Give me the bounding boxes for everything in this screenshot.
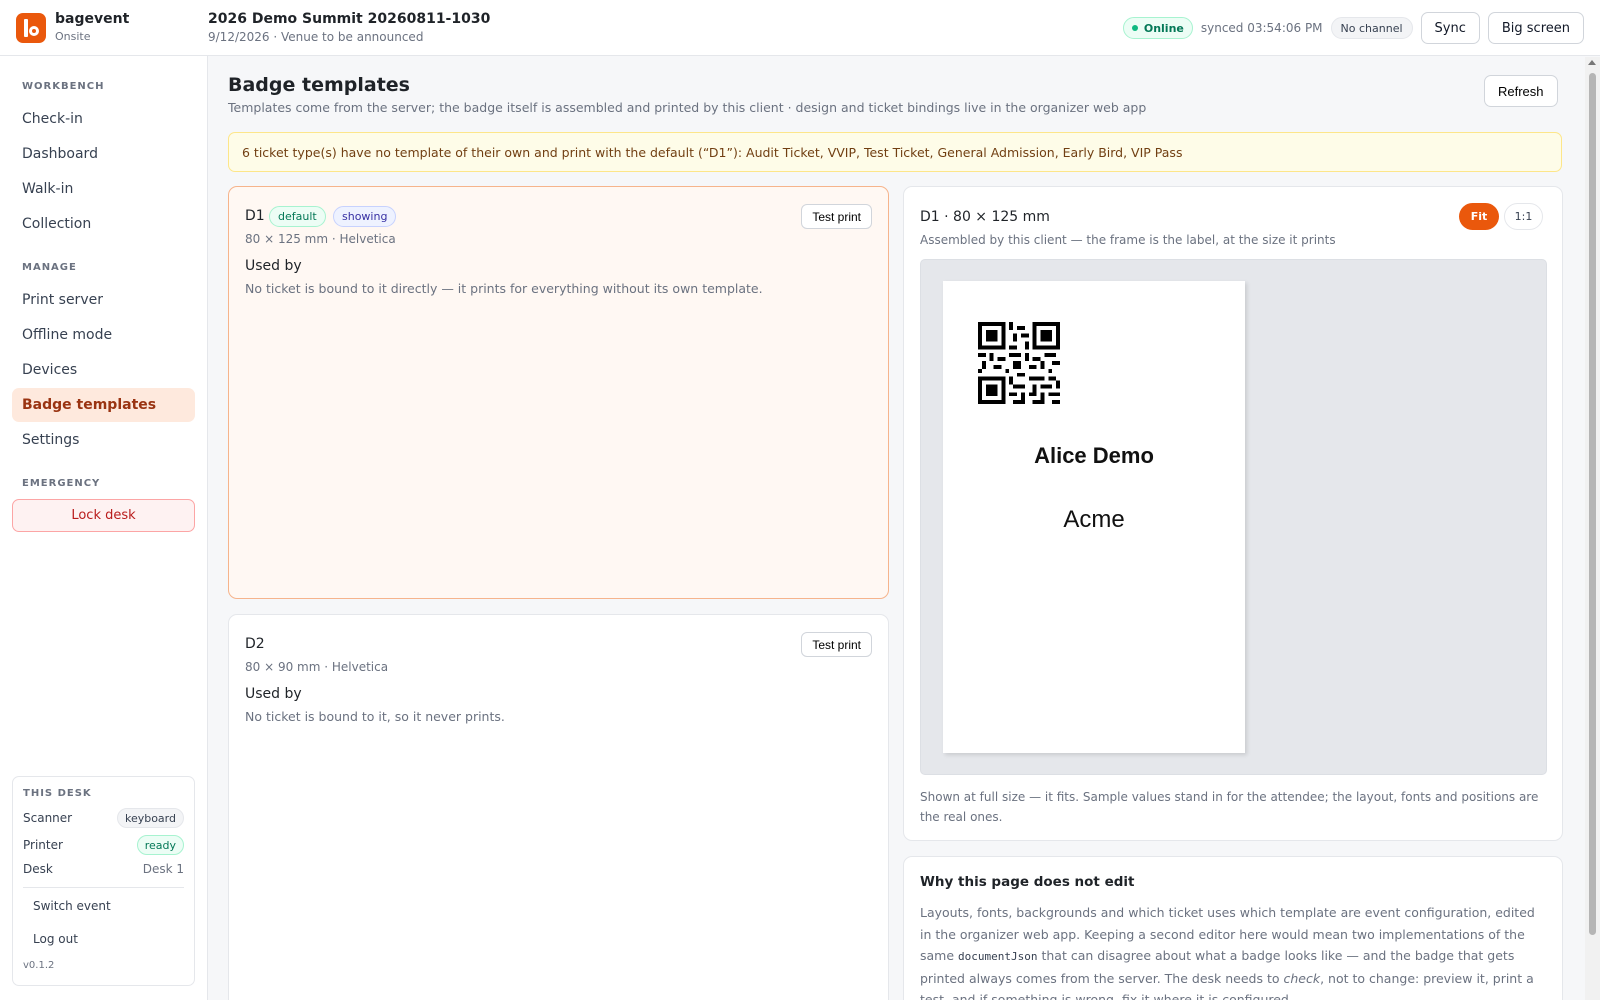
main-scrollbar[interactable] xyxy=(1585,57,1600,1000)
default-template-warning: 6 ticket type(s) have no template of the… xyxy=(228,132,1562,172)
printer-badge: ready xyxy=(136,835,184,855)
sidebar-item-print-server[interactable]: Print server xyxy=(12,283,195,317)
sidebar-item-offline-mode[interactable]: Offline mode xyxy=(12,318,195,352)
preview-subtitle: Assembled by this client — the frame is … xyxy=(920,233,1336,247)
document-json-code: documentJson xyxy=(958,950,1038,963)
scanner-label: Scanner xyxy=(23,811,73,825)
online-status-label: Online xyxy=(1143,21,1184,35)
sidebar-item-dashboard[interactable]: Dashboard xyxy=(12,137,195,171)
used-by-text: No ticket is bound to it directly — it p… xyxy=(245,281,763,296)
desk-divider xyxy=(23,887,184,888)
sample-attendee-name: Alice Demo xyxy=(1034,443,1154,468)
sidebar-item-badge-templates[interactable]: Badge templates xyxy=(12,388,195,422)
section-workbench: WORKBENCH xyxy=(22,81,105,92)
lock-desk-button[interactable]: Lock desk xyxy=(12,499,195,532)
sidebar-item-checkin[interactable]: Check-in xyxy=(12,102,195,136)
why-no-edit-card: Why this page does not edit Layouts, fon… xyxy=(903,856,1563,1000)
preview-title: D1 · 80 × 125 mm xyxy=(920,209,1050,225)
badge-preview-card: D1 · 80 × 125 mm Assembled by this clien… xyxy=(903,186,1563,841)
status-dot-icon xyxy=(1131,25,1138,31)
qr-code xyxy=(978,322,1060,404)
online-status-badge: Online xyxy=(1122,17,1193,39)
showing-tag: showing xyxy=(333,206,397,227)
why-text: Layouts, fonts, backgrounds and which ti… xyxy=(920,905,1535,1000)
used-by-text: No ticket is bound to it, so it never pr… xyxy=(245,709,505,724)
header-actions: Online synced 03:54:06 PM No channel Syn… xyxy=(1122,12,1584,44)
event-subtitle: 9/12/2026 · Venue to be announced xyxy=(208,30,424,44)
section-manage: MANAGE xyxy=(22,262,77,273)
app-name: bagevent xyxy=(55,11,130,27)
page-title: Badge templates xyxy=(228,74,410,96)
preview-note: Shown at full size — it fits. Sample val… xyxy=(920,790,1539,824)
sidebar-item-collection[interactable]: Collection xyxy=(12,207,195,241)
template-card-d1[interactable]: D1 default showing 80 × 125 mm · Helveti… xyxy=(228,186,889,599)
why-title: Why this page does not edit xyxy=(920,874,1135,890)
desk-panel-title: THIS DESK xyxy=(23,788,92,799)
top-bar: bagevent Onsite 2026 Demo Summit 2026081… xyxy=(0,0,1600,56)
synced-time: synced 03:54:06 PM xyxy=(1200,21,1323,35)
this-desk-panel: THIS DESK Scanner keyboard Printer ready… xyxy=(12,776,195,986)
check-emphasis: check xyxy=(1283,970,1321,986)
sidebar-item-settings[interactable]: Settings xyxy=(12,423,195,457)
desk-label: Desk xyxy=(23,862,53,876)
template-name: D2 xyxy=(245,636,265,652)
page-subtitle: Templates come from the server; the badg… xyxy=(228,100,1147,115)
sync-button[interactable]: Sync xyxy=(1420,12,1480,44)
event-title: 2026 Demo Summit 20260811-1030 xyxy=(208,11,491,27)
section-emergency: EMERGENCY xyxy=(22,478,101,489)
bagevent-logo xyxy=(16,13,46,43)
fit-toggle[interactable]: Fit xyxy=(1459,203,1499,230)
desk-row: Desk Desk 1 xyxy=(23,862,184,876)
big-screen-button[interactable]: Big screen xyxy=(1487,12,1584,44)
scroll-thumb[interactable] xyxy=(1589,73,1596,935)
refresh-button[interactable]: Refresh xyxy=(1484,75,1558,107)
app-mode: Onsite xyxy=(55,30,91,43)
template-meta: 80 × 125 mm · Helvetica xyxy=(245,232,396,246)
sidebar-item-devices[interactable]: Devices xyxy=(12,353,195,387)
sidebar-item-walkin[interactable]: Walk-in xyxy=(12,172,195,206)
template-card-d2[interactable]: D2 80 × 90 mm · Helvetica Used by No tic… xyxy=(228,614,889,1000)
test-print-button-d1[interactable]: Test print xyxy=(801,204,872,229)
test-print-button-d2[interactable]: Test print xyxy=(801,632,872,657)
scanner-badge: keyboard xyxy=(116,808,184,828)
actual-size-toggle[interactable]: 1:1 xyxy=(1504,203,1543,230)
log-out-link[interactable]: Log out xyxy=(33,932,78,946)
template-meta: 80 × 90 mm · Helvetica xyxy=(245,660,389,674)
scroll-up-icon[interactable] xyxy=(1588,60,1596,65)
scanner-row: Scanner keyboard xyxy=(23,808,184,828)
used-by-label: Used by xyxy=(245,686,302,702)
sample-attendee-org: Acme xyxy=(1063,506,1125,533)
app-version: v0.1.2 xyxy=(23,960,55,971)
channel-badge: No channel xyxy=(1330,17,1413,39)
template-name: D1 xyxy=(245,208,265,224)
preview-stage: Alice Demo Acme xyxy=(920,259,1547,775)
badge-label: Alice Demo Acme xyxy=(943,281,1245,753)
sidebar: WORKBENCH Check-in Dashboard Walk-in Col… xyxy=(0,56,208,1000)
printer-row: Printer ready xyxy=(23,835,184,855)
printer-label: Printer xyxy=(23,838,63,852)
switch-event-link[interactable]: Switch event xyxy=(33,899,111,913)
used-by-label: Used by xyxy=(245,258,302,274)
desk-value: Desk 1 xyxy=(142,862,184,876)
default-tag: default xyxy=(269,206,326,227)
